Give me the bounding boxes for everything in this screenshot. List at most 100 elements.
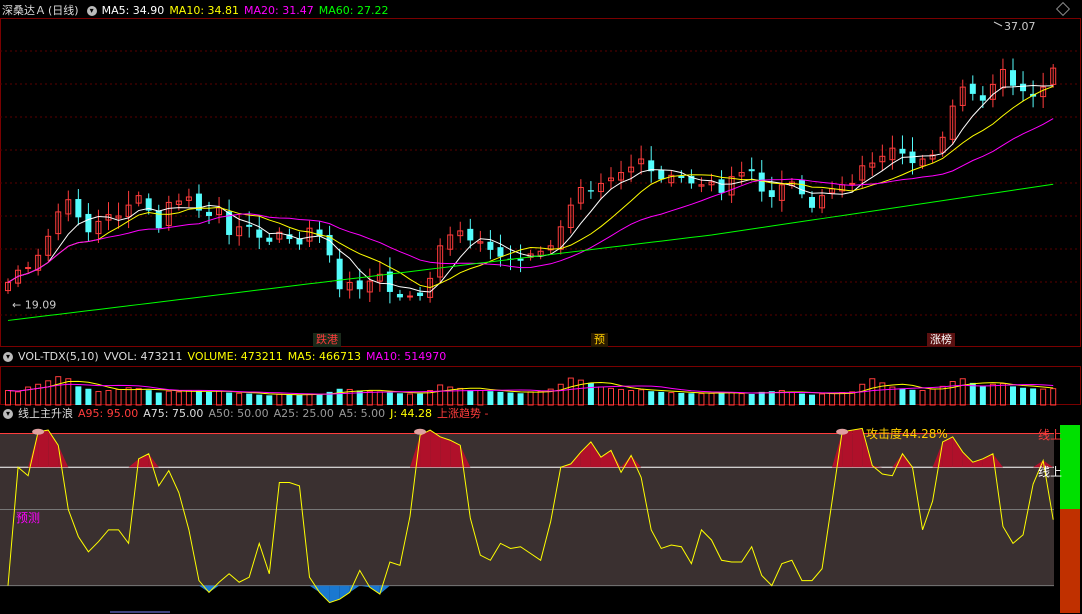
volume-bar	[85, 388, 92, 405]
vol-indicator-name[interactable]: VOL-TDX(5,10)	[18, 350, 99, 363]
ma5-readout: MA5: 34.90	[101, 4, 165, 17]
ma60-readout: MA60: 27.22	[318, 4, 389, 17]
volume-bar	[859, 383, 866, 406]
vol-ma5-readout: MA5: 466713	[287, 350, 362, 363]
volume-bar	[738, 393, 745, 406]
a25-readout: A25: 25.00	[273, 407, 334, 420]
volume-bar	[65, 378, 72, 406]
candle-body	[246, 224, 253, 227]
volume-bar	[165, 390, 172, 406]
candle-body	[899, 148, 906, 154]
volume-bar	[1040, 388, 1047, 406]
oversold-area	[309, 585, 320, 593]
overbought-area	[842, 430, 853, 468]
volume-bar	[276, 393, 283, 406]
chevron-down-icon[interactable]: ▾	[86, 6, 97, 16]
volume-bar	[979, 385, 986, 405]
candle-body	[75, 199, 82, 218]
event-tag-1[interactable]: 跌港	[313, 333, 341, 347]
volume-bar	[1010, 386, 1016, 405]
volume-bar	[1050, 388, 1057, 406]
chevron-down-icon[interactable]: ▾	[3, 352, 13, 362]
candle-body	[748, 169, 755, 172]
volume-bar	[929, 388, 936, 406]
volume-bar	[748, 393, 755, 405]
volume-bar	[527, 391, 534, 406]
indicator-header: ▾ 线上主升浪 A95: 95.00 A75: 75.00 A50: 50.00 A25:…	[0, 405, 494, 423]
volume-header: ▾ VOL-TDX(5,10) VVOL: 473211 VOLUME: 473211…	[0, 348, 451, 366]
volume-bar	[487, 391, 494, 405]
volume-bar	[899, 388, 906, 405]
volume-bar	[376, 391, 383, 406]
volume-bar	[557, 383, 564, 406]
stock-name[interactable]: 深桑达Ａ	[2, 4, 46, 17]
candle-body	[1010, 70, 1016, 86]
volume-bar	[638, 389, 645, 406]
volume-bar	[135, 387, 142, 406]
volume-bar	[648, 391, 655, 405]
candle-body	[718, 179, 725, 193]
ma10-readout: MA10: 34.81	[169, 4, 240, 17]
indicator-name[interactable]: 线上主升浪	[18, 407, 73, 420]
chevron-down-icon[interactable]: ▾	[3, 409, 13, 419]
candle-body	[396, 293, 403, 298]
candle-body	[678, 175, 685, 178]
volume-bar	[587, 382, 594, 405]
volume-bar	[407, 393, 413, 406]
peak-marker-icon	[414, 428, 427, 435]
volume-bar	[618, 388, 625, 406]
volume-bar	[417, 393, 424, 405]
candle-body	[467, 228, 474, 241]
event-tag-3[interactable]: 涨榜	[927, 333, 955, 347]
vvol-readout: VVOL: 473211	[103, 350, 183, 363]
volume-bar	[145, 390, 152, 405]
volume-bar	[236, 392, 243, 406]
predict-label: 预测	[16, 511, 41, 525]
volume-bar	[437, 384, 444, 406]
strength-bar-green	[1060, 425, 1080, 509]
candle-body	[969, 83, 976, 94]
high-price-label: 37.07	[1004, 20, 1036, 33]
volume-bar	[708, 392, 715, 406]
candle-body	[1020, 83, 1027, 92]
volume-bar	[386, 392, 393, 405]
volume-bar	[869, 378, 876, 406]
overbought-area	[420, 430, 431, 468]
volume-bar	[5, 389, 11, 406]
volume-bar	[829, 392, 836, 406]
candle-body	[849, 182, 856, 185]
volume-chart[interactable]	[0, 366, 1082, 406]
volume-bar	[35, 383, 42, 406]
volume-bar	[396, 393, 403, 405]
period-label[interactable]: (日线)	[48, 4, 79, 17]
a95-readout: A95: 95.00	[78, 407, 139, 420]
candle-body	[497, 247, 504, 257]
a50-readout: A50: 50.00	[208, 407, 269, 420]
j-readout: J: 44.28	[390, 407, 433, 420]
volume-bar	[537, 390, 544, 406]
indicator-chart[interactable]	[0, 423, 1082, 614]
volume-bar	[296, 394, 303, 405]
overbought-area	[38, 430, 49, 468]
volume-bar	[658, 391, 665, 405]
vol-ma10-readout: MA10: 514970	[366, 350, 447, 363]
volume-bar	[185, 389, 192, 406]
volume-bar	[608, 387, 614, 406]
candle-body	[155, 210, 162, 229]
volume-bar	[206, 391, 212, 405]
candle-body	[266, 237, 273, 242]
volume-bar	[246, 393, 253, 405]
volume-bar	[266, 395, 273, 405]
volume-bar	[216, 390, 223, 406]
volume-bar	[336, 388, 343, 405]
volume-bar	[15, 391, 22, 406]
event-tag-2[interactable]: 预	[591, 333, 608, 347]
candle-body	[658, 169, 665, 180]
volume-bar	[517, 393, 524, 405]
volume-bar	[175, 391, 182, 406]
candle-body	[25, 267, 32, 270]
attack-label: 攻击度44.28%	[866, 427, 948, 441]
volume-bar	[306, 393, 313, 406]
panel-toggle-icon[interactable]	[1055, 1, 1071, 17]
price-chart[interactable]: ← 19.09 37.07	[0, 18, 1082, 348]
